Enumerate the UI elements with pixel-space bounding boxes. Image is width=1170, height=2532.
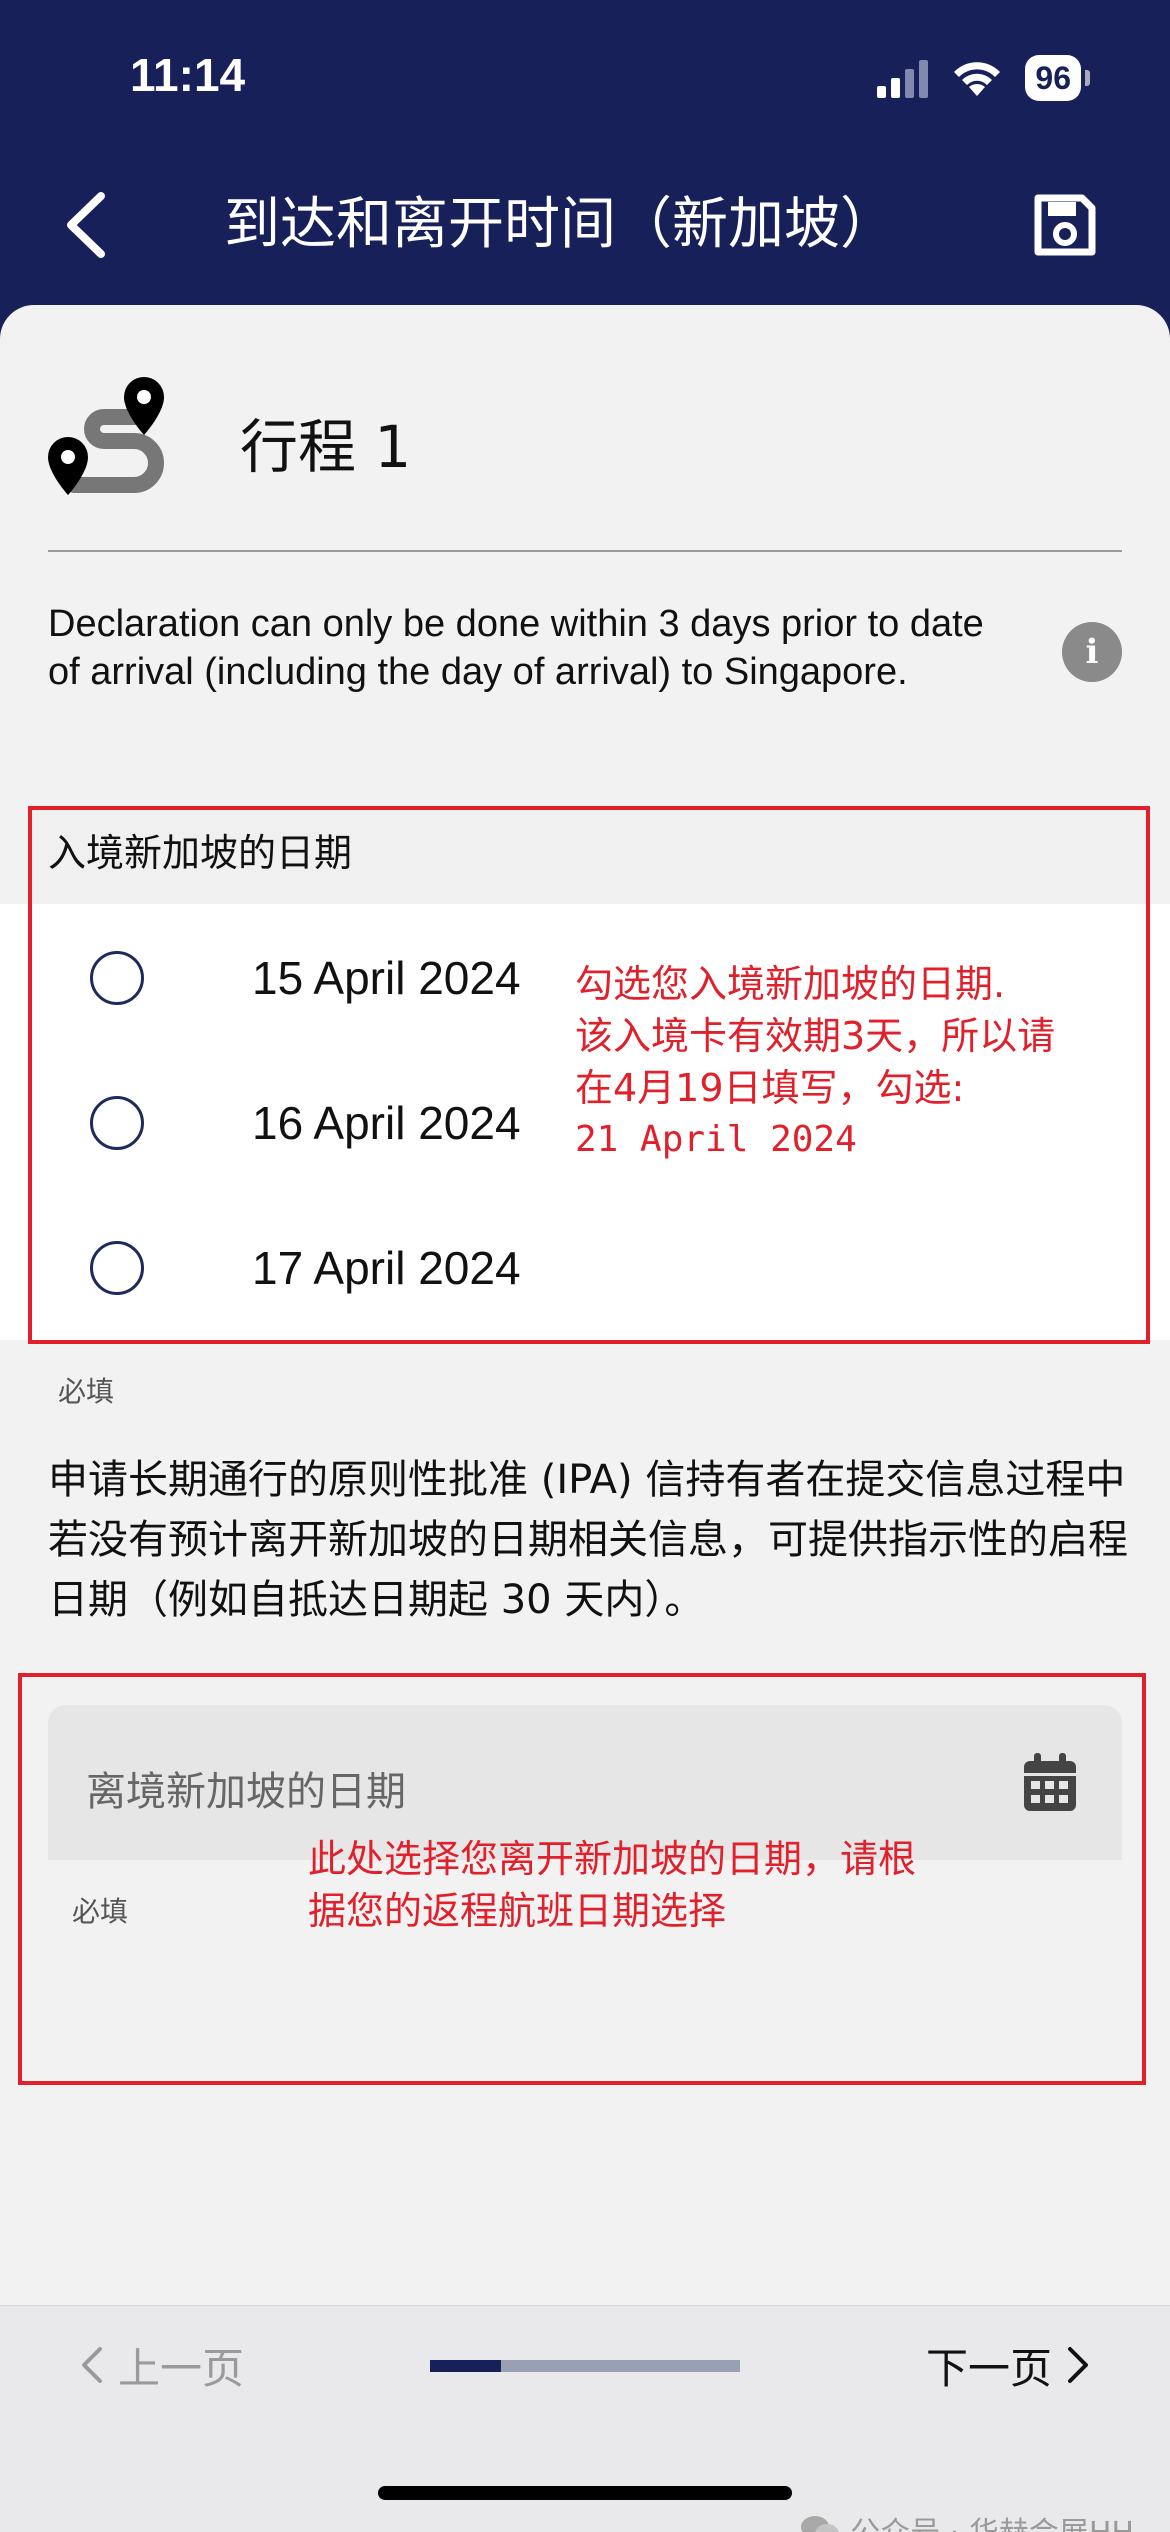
cellular-signal-icon <box>877 60 929 98</box>
watermark: 公众号 · 华赫会展HH <box>800 2508 1134 2532</box>
prev-page-label: 上一页 <box>118 2343 245 2393</box>
status-time: 11:14 <box>130 49 246 101</box>
declaration-notice: Declaration can only be done within 3 da… <box>48 603 984 693</box>
trip-title: 行程 1 <box>240 413 412 481</box>
wifi-icon <box>954 62 1001 96</box>
route-map-pin-icon <box>48 377 164 495</box>
back-button[interactable] <box>50 180 120 270</box>
next-page-button[interactable]: 下一页 <box>926 2335 1090 2395</box>
arrival-required-hint: 必填 <box>58 1375 115 1408</box>
progress-fill <box>430 2360 502 2372</box>
status-icons: 96 <box>877 50 1090 106</box>
chevron-left-icon <box>67 192 105 258</box>
prev-page-button[interactable]: 上一页 <box>80 2335 244 2395</box>
annotation-departure: 此处选择您离开新加坡的日期，请根 据您的返程航班日期选择 <box>308 1833 1028 1937</box>
chevron-left-icon <box>82 2347 102 2383</box>
battery-indicator: 96 <box>1025 55 1090 101</box>
annotation-line: 此处选择您离开新加坡的日期，请根 <box>308 1837 917 1881</box>
ipa-info-text: 申请长期通行的原则性批准 (IPA) 信持有者在提交信息过程中若没有预计离开新加… <box>48 1457 1128 1623</box>
save-button[interactable] <box>1020 180 1110 270</box>
watermark-text: 公众号 · 华赫会展HH <box>850 2508 1134 2532</box>
annotation-line: 在4月19日填写，勾选: <box>575 1066 965 1110</box>
annotation-line: 该入境卡有效期3天，所以请 <box>575 1014 1056 1058</box>
wechat-icon <box>801 2516 840 2532</box>
annotation-line: 21 April 2024 <box>575 1119 857 1160</box>
battery-tip <box>1085 70 1090 86</box>
progress-bar <box>430 2360 740 2372</box>
info-icon[interactable]: i <box>1062 622 1122 682</box>
app-header: 11:14 96 到达和离开时间（新加坡） <box>0 0 1170 320</box>
next-page-label: 下一页 <box>925 2343 1052 2393</box>
annotation-line: 勾选您入境新加坡的日期. <box>575 962 1006 1006</box>
page-title: 到达和离开时间（新加坡） <box>224 192 896 257</box>
annotation-line: 据您的返程航班日期选择 <box>308 1889 727 1933</box>
floppy-disk-icon <box>1034 194 1096 256</box>
divider <box>48 550 1122 552</box>
battery-level: 96 <box>1025 55 1081 101</box>
chevron-right-icon <box>1068 2347 1088 2383</box>
home-indicator <box>378 2486 792 2500</box>
annotation-arrival: 勾选您入境新加坡的日期. 该入境卡有效期3天，所以请 在4月19日填写，勾选: … <box>575 958 1145 1166</box>
